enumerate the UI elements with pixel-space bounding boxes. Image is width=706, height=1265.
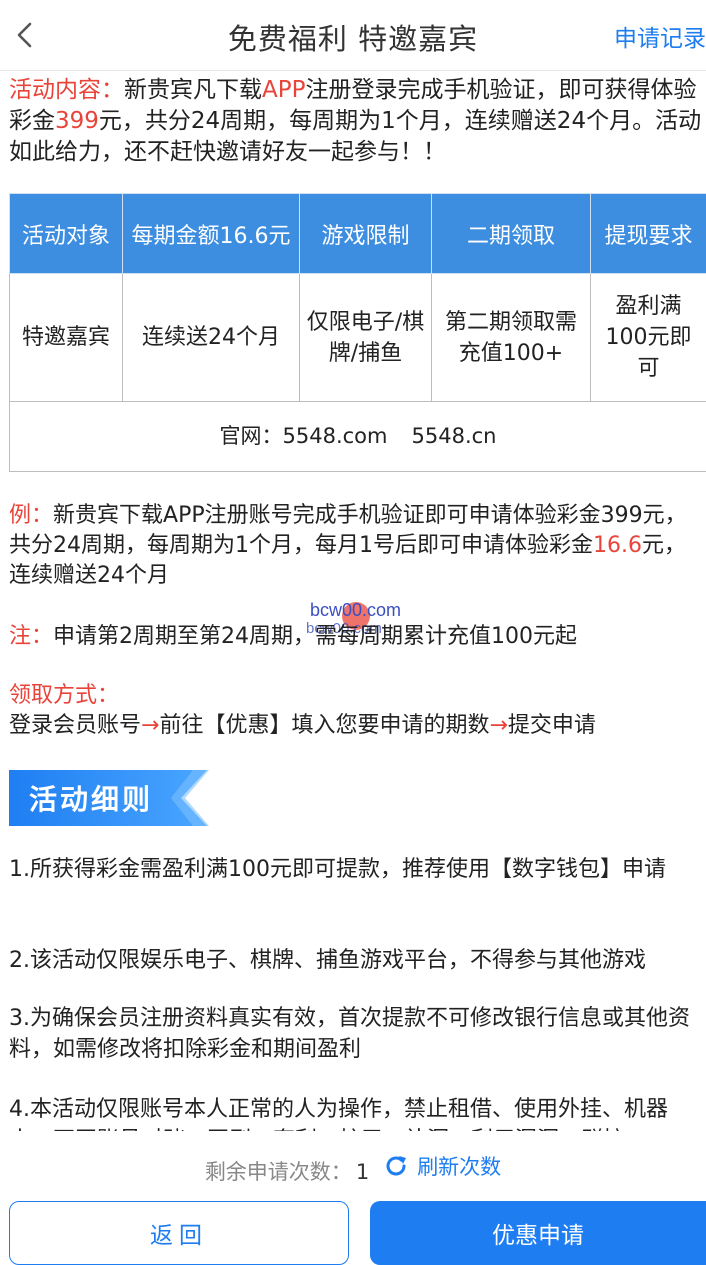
remaining-count: 1 [355,1160,370,1184]
arrow-right-icon: → [489,713,508,738]
apply-promotion-button[interactable]: 优惠申请 [370,1201,706,1265]
rule-item: 3.为确保会员注册资料真实有效，首次提款不可修改银行信息或其他资料，如需修改将扣… [9,1006,690,1062]
arrow-right-icon: → [141,713,160,738]
official-site-row: 官网：5548.com 5548.cn [9,401,706,472]
note-paragraph: 注：申请第2周期至第24周期，需每周期累计充值100元起 [9,622,699,652]
intro-amount: 399 [55,108,99,134]
promotion-content[interactable]: 活动内容：新贵宾凡下载APP注册登录完成手机验证，即可获得体验彩金399元，共分… [0,71,706,1131]
rule-item: 2.该活动仅限娱乐电子、棋牌、捕鱼游戏平台，不得参与其他游戏 [9,948,646,973]
example-paragraph: 例：新贵宾下载APP注册账号完成手机验证即可申请体验彩金399元，共分24周期，… [9,501,699,591]
claim-step-2: 前往【优惠】填入您要申请的期数 [159,713,490,738]
remaining-label: 剩余申请次数： [204,1160,352,1184]
page-title: 免费福利 特邀嘉宾 [227,22,479,56]
official-site-cell: 官网：5548.com 5548.cn [9,401,706,472]
table-header: 游戏限制 [299,193,432,274]
table-header: 二期领取 [431,193,591,274]
top-bar: 免费福利 特邀嘉宾 申请记录 [0,0,706,71]
claim-step-1: 登录会员账号 [9,713,142,738]
watermark-text: bcw00.com [310,600,402,620]
official-site-2: 5548.cn [411,424,497,448]
table-header: 提现要求 [590,193,706,274]
intro-text-1: 新贵宾凡下载 [124,77,262,103]
table-header: 每期金额16.6元 [122,193,300,274]
official-site-label: 官网： [219,424,283,448]
official-site-1: 5548.com [282,424,388,448]
table-header-row: 活动对象 每期金额16.6元 游戏限制 二期领取 提现要求 [9,193,706,274]
bottom-action-bar: 剩余申请次数： 1 刷新次数 返回 优惠申请 [0,1131,706,1265]
table-cell: 仅限电子/棋牌/捕鱼 [299,273,432,402]
table-cell: 连续送24个月 [122,273,300,402]
note-label: 注： [9,624,54,649]
refresh-count-button[interactable]: 刷新次数 [383,1151,501,1181]
remaining-applications: 剩余申请次数： 1 刷新次数 [0,1151,706,1186]
claim-step-3: 提交申请 [507,713,596,738]
example-label: 例： [9,503,54,528]
table-cell: 第二期领取需充值100+ [431,273,591,402]
note-text: 申请第2周期至第24周期，需每周期累计充值100元起 [53,624,577,649]
rules-banner: 活动细则 [9,770,209,826]
example-amount: 16.6 [593,533,642,558]
back-button[interactable]: 返回 [9,1201,349,1265]
claim-label: 领取方式： [9,683,120,708]
example-text-1: 新贵宾下载APP注册账号完成手机验证即可申请体验彩金399元，共分24周期，每周… [9,503,687,558]
rules-banner-title: 活动细则 [29,783,154,816]
claim-method: 领取方式： 登录会员账号→前往【优惠】填入您要申请的期数→提交申请 [9,681,699,741]
claim-steps: 登录会员账号→前往【优惠】填入您要申请的期数→提交申请 [9,711,699,741]
table-cell: 特邀嘉宾 [9,273,123,402]
intro-label: 活动内容： [9,77,124,103]
refresh-icon [386,1156,407,1176]
rule-item: 1.所获得彩金需盈利满100元即可提款，推荐使用【数字钱包】申请 [9,857,666,882]
activity-table: 活动对象 每期金额16.6元 游戏限制 二期领取 提现要求 特邀嘉宾 连续送24… [9,193,706,472]
activity-intro: 活动内容：新贵宾凡下载APP注册登录完成手机验证，即可获得体验彩金399元，共分… [9,75,704,168]
refresh-label: 刷新次数 [417,1155,502,1179]
table-cell: 盈利满100元即可 [590,273,706,402]
intro-text-3: 元，共分24周期，每周期为1个月，连续赠送24个月。活动如此给力，还不赶快邀请好… [9,108,702,165]
table-header: 活动对象 [9,193,123,274]
application-record-link[interactable]: 申请记录 [614,19,706,53]
rule-item: 4.本活动仅限账号本人正常的人为操作，禁止租借、使用外挂、机器人、不同账号对赌、… [9,1097,668,1131]
table-row: 特邀嘉宾 连续送24个月 仅限电子/棋牌/捕鱼 第二期领取需充值100+ 盈利满… [9,273,706,402]
intro-app: APP [262,77,306,103]
